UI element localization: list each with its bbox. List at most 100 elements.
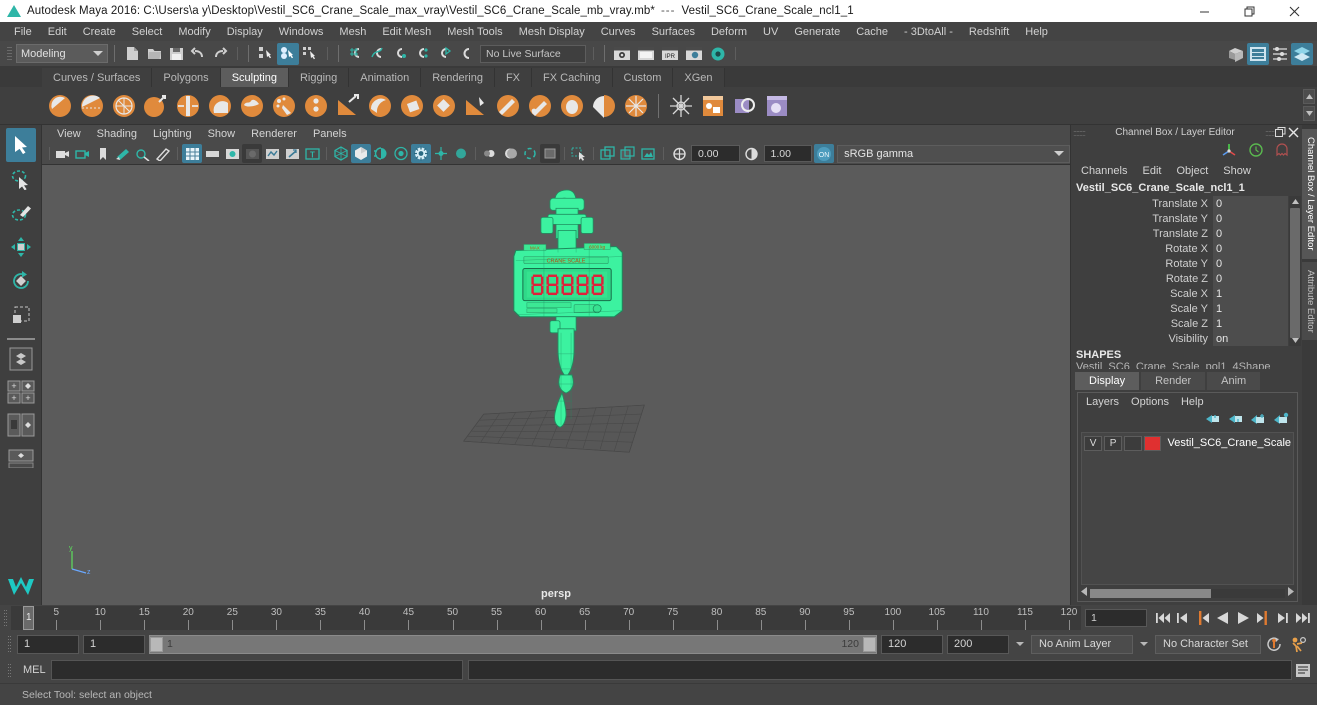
texture-icon[interactable] — [391, 144, 411, 163]
ipr-render-icon[interactable] — [635, 44, 659, 64]
attribute-value[interactable]: 1 — [1213, 286, 1288, 301]
lasso-select-tool-button[interactable] — [6, 162, 36, 196]
resolution-gate-icon[interactable] — [222, 144, 242, 163]
menu-deform[interactable]: Deform — [703, 24, 755, 40]
grease-pencil-icon[interactable] — [153, 144, 173, 163]
tab-anim[interactable]: Anim — [1207, 372, 1261, 390]
perspective-viewport[interactable]: CRANE SCALE MAX 6000 kg y z persp — [42, 165, 1070, 605]
new-scene-icon[interactable] — [121, 43, 143, 65]
menu-cache[interactable]: Cache — [848, 24, 896, 40]
grab-tool-icon[interactable] — [140, 91, 172, 121]
undo-icon[interactable] — [187, 43, 209, 65]
scroll-right-icon[interactable] — [1287, 587, 1294, 599]
wireframe-icon[interactable] — [331, 144, 351, 163]
range-slider-bar[interactable]: 1 120 — [149, 634, 877, 654]
repeat-tool-icon[interactable] — [300, 91, 332, 121]
snap-to-grid-icon[interactable] — [345, 43, 367, 65]
menu-file[interactable]: File — [6, 24, 40, 40]
menuset-selector[interactable]: Modeling — [16, 44, 108, 63]
auto-keyframe-icon[interactable] — [1265, 634, 1285, 654]
attribute-value[interactable]: 0 — [1213, 271, 1288, 286]
open-scene-icon[interactable] — [143, 43, 165, 65]
channel-row-scale-y[interactable]: Scale Y 1 — [1071, 301, 1302, 316]
shelf-tab-polygons[interactable]: Polygons — [152, 68, 221, 87]
tab-display[interactable]: Display — [1075, 372, 1140, 390]
time-slider-cursor[interactable]: 1 — [23, 606, 34, 630]
scroll-down-icon[interactable] — [1289, 335, 1301, 346]
command-language-label[interactable]: MEL — [13, 664, 51, 676]
channelbox-menu-object[interactable]: Object — [1170, 164, 1214, 178]
view-transform-selector[interactable]: sRGB gamma — [837, 144, 1071, 163]
smear-tool-icon[interactable] — [492, 91, 524, 121]
layer-menu-help[interactable]: Help — [1176, 395, 1209, 409]
image-plane-icon[interactable] — [113, 144, 133, 163]
shelf-tab-fx-caching[interactable]: FX Caching — [532, 68, 613, 87]
tearoff-icon[interactable] — [1274, 126, 1287, 139]
layer-move-down-icon[interactable] — [1227, 412, 1243, 428]
step-back-frame-icon[interactable] — [1193, 608, 1213, 628]
attribute-value[interactable]: 0 — [1213, 211, 1288, 226]
snap-to-curve-icon[interactable] — [367, 43, 389, 65]
shelf-tab-xgen[interactable]: XGen — [673, 68, 725, 87]
viewport-menu-lighting[interactable]: Lighting — [146, 127, 199, 141]
view-transform-toggle[interactable]: ON — [814, 144, 835, 163]
menu-redshift[interactable]: Redshift — [961, 24, 1017, 40]
hypershade-icon[interactable] — [707, 44, 731, 64]
exposure-icon[interactable] — [669, 144, 689, 163]
persp-graph-layout-button[interactable] — [5, 443, 37, 473]
ghost-icon[interactable] — [1274, 142, 1290, 161]
sculpt-tool-icon[interactable] — [44, 91, 76, 121]
isolate-select-toggle-icon[interactable] — [569, 144, 589, 163]
scroll-up-icon[interactable] — [1303, 89, 1315, 104]
channel-row-translate-z[interactable]: Translate Z 0 — [1071, 226, 1302, 241]
anim-layer-selector[interactable]: No Anim Layer — [1031, 634, 1133, 654]
channelbox-menu-edit[interactable]: Edit — [1136, 164, 1167, 178]
range-end-time-field[interactable]: 120 — [881, 634, 943, 654]
channel-box-scrollbar[interactable] — [1289, 196, 1301, 346]
paint-select-tool-button[interactable] — [6, 196, 36, 230]
panel-drag-handle[interactable]: :::::::: — [1073, 128, 1086, 138]
play-backwards-icon[interactable] — [1213, 608, 1233, 628]
move-tool-button[interactable] — [6, 230, 36, 264]
viewport-menu-show[interactable]: Show — [201, 127, 243, 141]
bookmark-icon[interactable] — [93, 144, 113, 163]
smooth-tool-icon[interactable] — [76, 91, 108, 121]
menu-create[interactable]: Create — [75, 24, 124, 40]
freeze-tool-icon[interactable] — [588, 91, 620, 121]
layer-menu-layers[interactable]: Layers — [1081, 395, 1124, 409]
scrape-tool-icon[interactable] — [396, 91, 428, 121]
snap-to-view-planes-icon[interactable] — [433, 43, 455, 65]
multisample-icon[interactable] — [500, 144, 520, 163]
command-line-drag-handle[interactable] — [4, 657, 13, 683]
menu-mesh[interactable]: Mesh — [331, 24, 374, 40]
attribute-value[interactable]: 0 — [1213, 241, 1288, 256]
chevron-down-icon[interactable] — [1016, 642, 1024, 646]
gamma-field[interactable]: 1.00 — [763, 145, 813, 162]
scroll-left-icon[interactable] — [1081, 587, 1088, 599]
menu-surfaces[interactable]: Surfaces — [644, 24, 703, 40]
attribute-value[interactable]: 1 — [1213, 316, 1288, 331]
channel-row-translate-x[interactable]: Translate X 0 — [1071, 196, 1302, 211]
layer-visibility-toggle[interactable]: V — [1084, 435, 1103, 451]
gamma-icon[interactable] — [742, 144, 762, 163]
menu-display[interactable]: Display — [219, 24, 271, 40]
screen-space-ao-icon[interactable] — [451, 144, 471, 163]
menu-uv[interactable]: UV — [755, 24, 786, 40]
channelbox-menu-channels[interactable]: Channels — [1075, 164, 1133, 178]
save-scene-icon[interactable] — [165, 43, 187, 65]
snap-to-projected-center-icon[interactable] — [411, 43, 433, 65]
layer-menu-options[interactable]: Options — [1126, 395, 1174, 409]
panel-copy-icon[interactable] — [618, 144, 638, 163]
animation-end-time-field[interactable]: 200 — [947, 634, 1009, 654]
range-start-time-field[interactable]: 1 — [83, 634, 145, 654]
select-by-component-icon[interactable] — [299, 43, 321, 65]
gate-mask-icon[interactable] — [242, 144, 262, 163]
shadows-icon[interactable] — [431, 144, 451, 163]
attribute-value[interactable]: 0 — [1213, 196, 1288, 211]
menu-3dtoall[interactable]: - 3DtoAll - — [896, 24, 961, 40]
range-end-handle[interactable] — [863, 636, 876, 652]
channelbox-menu-show[interactable]: Show — [1217, 164, 1257, 178]
animation-start-time-field[interactable]: 1 — [17, 634, 79, 654]
script-editor-icon[interactable] — [1292, 660, 1314, 680]
current-frame-field[interactable]: 1 — [1085, 609, 1147, 627]
